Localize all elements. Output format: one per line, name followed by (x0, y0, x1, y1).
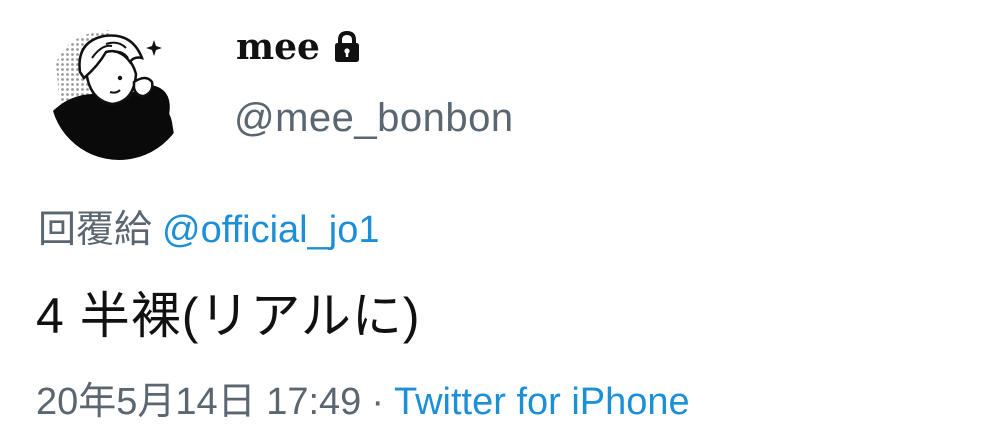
meta-separator: · (371, 381, 384, 423)
reply-context: 回覆給 @official_jo1 (38, 198, 379, 253)
user-handle[interactable]: @mee_bonbon (234, 96, 514, 141)
tweet-timestamp[interactable]: 20年5月14日 17:49 (36, 381, 361, 423)
tweet-text: 4 半裸(リアルに) (36, 288, 421, 344)
tweet-source-link[interactable]: Twitter for iPhone (394, 381, 690, 423)
cartoon-boy-avatar-icon (50, 22, 188, 160)
lock-icon (332, 30, 362, 64)
reply-prefix: 回覆給 (38, 209, 153, 251)
avatar[interactable] (50, 22, 188, 160)
display-name-row: mee (236, 22, 362, 72)
tweet-meta: 20年5月14日 17:49 · Twitter for iPhone (36, 370, 690, 425)
reply-mention-link[interactable]: @official_jo1 (162, 209, 379, 251)
display-name[interactable]: mee (236, 26, 320, 68)
